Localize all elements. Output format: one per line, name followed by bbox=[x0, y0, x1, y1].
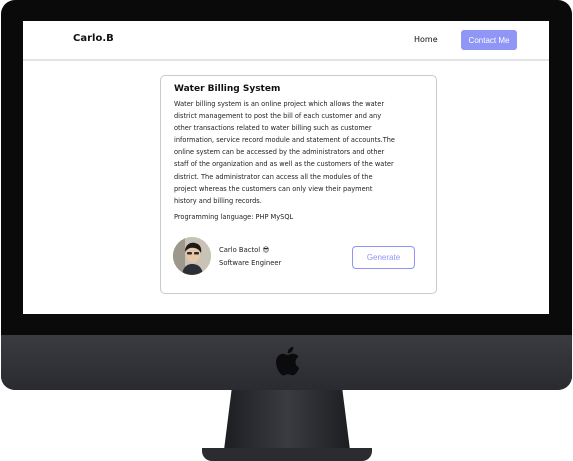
author-name: Carlo Bactol 😎 bbox=[219, 246, 270, 254]
screen: Carlo.B Home Contact Me Water Billing Sy… bbox=[23, 21, 549, 314]
project-title: Water Billing System bbox=[174, 84, 281, 94]
programming-language: Programming language: PHP MySQL bbox=[174, 213, 294, 221]
monitor-base bbox=[202, 448, 372, 461]
navbar: Carlo.B Home Contact Me bbox=[23, 21, 549, 61]
contact-me-button[interactable]: Contact Me bbox=[461, 30, 517, 50]
project-card: Water Billing System Water billing syste… bbox=[160, 75, 437, 294]
brand-logo[interactable]: Carlo.B bbox=[73, 33, 114, 44]
author-role: Software Engineer bbox=[219, 259, 282, 267]
apple-logo-icon bbox=[276, 346, 300, 376]
monitor-stand bbox=[224, 390, 350, 450]
avatar bbox=[173, 237, 211, 275]
nav-home-link[interactable]: Home bbox=[414, 35, 438, 44]
avatar-portrait-icon bbox=[173, 237, 211, 275]
generate-button[interactable]: Generate bbox=[352, 246, 415, 269]
project-description: Water billing system is an online projec… bbox=[174, 100, 395, 205]
